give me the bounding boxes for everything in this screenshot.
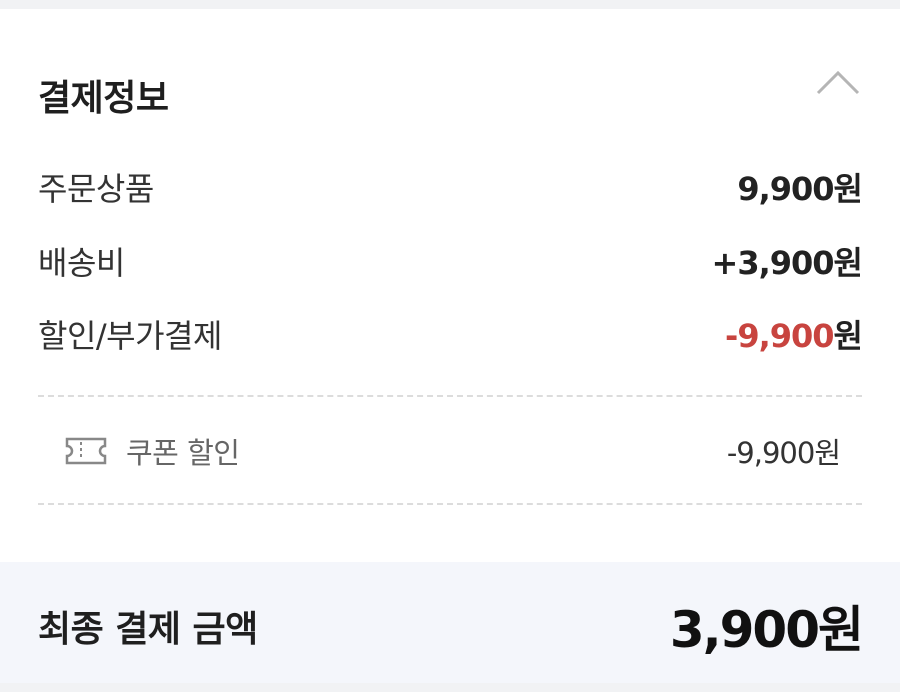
payment-info-header: 결제정보	[38, 9, 862, 169]
final-total-label: 최종 결제 금액	[38, 609, 258, 650]
order-items-value: 9,900원	[737, 170, 863, 208]
discount-value: -9,900원	[725, 311, 863, 357]
discount-row: 할인/부가결제 -9,900원	[38, 311, 863, 357]
chevron-up-icon	[816, 70, 860, 95]
discount-amount: -9,900	[725, 317, 834, 355]
section-title: 결제정보	[38, 78, 169, 119]
coupon-discount-row: 쿠폰 할인 -9,900원	[64, 429, 841, 473]
final-total-section: 최종 결제 금액 3,900원	[0, 562, 900, 683]
payment-info-card: 결제정보 주문상품 9,900원 배송비 +3,900원 할인/부가결제 -9,…	[0, 9, 900, 683]
coupon-discount-label: 쿠폰 할인	[126, 436, 240, 470]
collapse-button[interactable]	[814, 67, 862, 99]
dashed-divider-top	[38, 395, 862, 397]
shipping-fee-label: 배송비	[38, 244, 125, 282]
discount-label: 할인/부가결제	[38, 317, 222, 355]
order-items-label: 주문상품	[38, 170, 154, 208]
final-total-value: 3,900원	[669, 601, 864, 659]
dashed-divider-bottom	[38, 503, 862, 505]
shipping-fee-value: +3,900원	[711, 244, 863, 282]
coupon-discount-value: -9,900원	[726, 436, 841, 470]
shipping-fee-row: 배송비 +3,900원	[38, 238, 863, 284]
coupon-discount-left: 쿠폰 할인	[64, 430, 240, 472]
ticket-icon	[65, 437, 107, 465]
discount-unit: 원	[833, 317, 863, 355]
order-items-row: 주문상품 9,900원	[38, 164, 863, 210]
